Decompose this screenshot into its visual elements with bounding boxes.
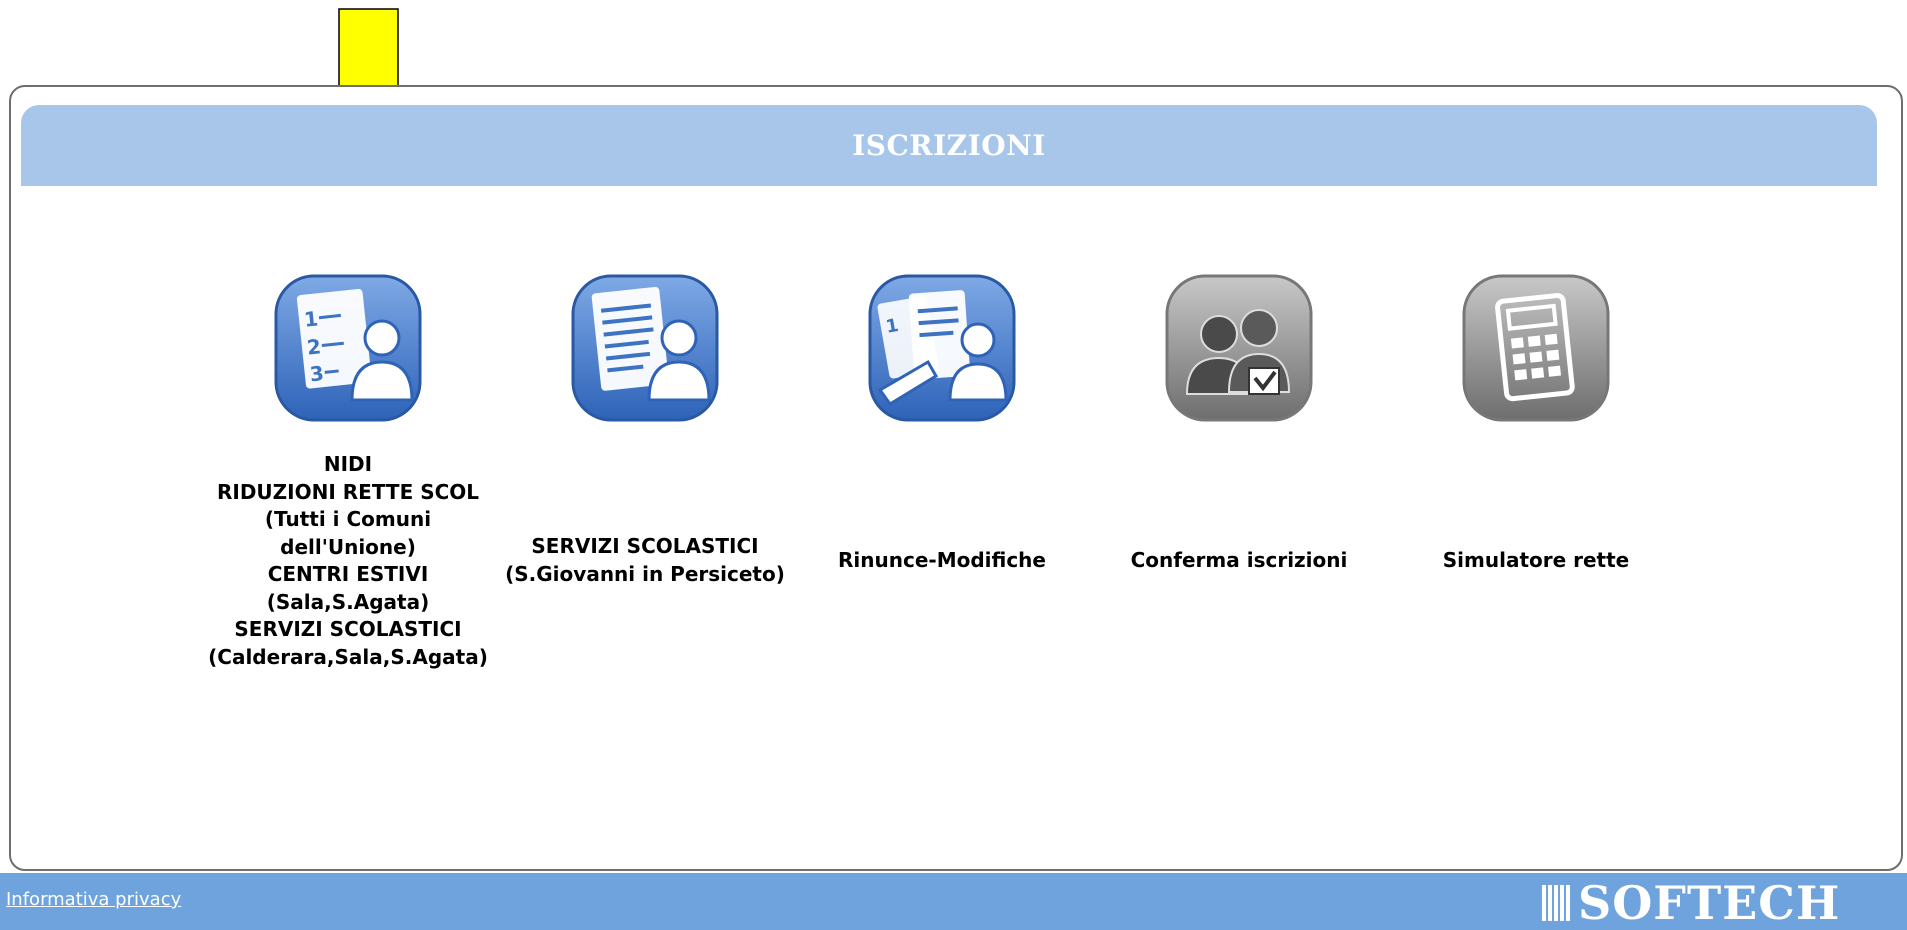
logo-bars-icon bbox=[1542, 885, 1572, 921]
calculator-icon bbox=[1462, 274, 1610, 422]
tile-rinunce-modifiche-label[interactable]: Rinunce-Modifiche bbox=[787, 547, 1097, 575]
softech-logo: SOFTECH bbox=[1542, 876, 1841, 930]
tile-conferma-iscrizioni[interactable] bbox=[1084, 272, 1394, 424]
privacy-link[interactable]: Informativa privacy bbox=[6, 889, 181, 910]
tile-nidi[interactable]: 1 2 3 bbox=[193, 272, 503, 424]
people-check-icon bbox=[1165, 274, 1313, 422]
numbered-list-person-icon: 1 2 3 bbox=[274, 274, 422, 422]
tile-servizi-scolastici[interactable] bbox=[490, 272, 800, 424]
tile-conferma-iscrizioni-label[interactable]: Conferma iscrizioni bbox=[1084, 547, 1394, 575]
svg-text:1: 1 bbox=[303, 306, 319, 331]
tile-nidi-label[interactable]: NIDI RIDUZIONI RETTE SCOL (Tutti i Comun… bbox=[193, 451, 503, 671]
tile-simulatore-rette-label[interactable]: Simulatore rette bbox=[1381, 547, 1691, 575]
tile-simulatore-rette[interactable] bbox=[1381, 272, 1691, 424]
svg-text:3: 3 bbox=[309, 361, 325, 386]
documents-pen-person-icon: 1 bbox=[868, 274, 1016, 422]
tile-servizi-scolastici-label[interactable]: SERVIZI SCOLASTICI (S.Giovanni in Persic… bbox=[490, 533, 800, 588]
page-title: ISCRIZIONI bbox=[852, 129, 1046, 162]
document-person-icon bbox=[571, 274, 719, 422]
section-header: ISCRIZIONI bbox=[21, 105, 1877, 186]
tile-rinunce-modifiche[interactable]: 1 bbox=[787, 272, 1097, 424]
svg-text:2: 2 bbox=[306, 334, 322, 359]
brand-name: SOFTECH bbox=[1578, 876, 1841, 930]
